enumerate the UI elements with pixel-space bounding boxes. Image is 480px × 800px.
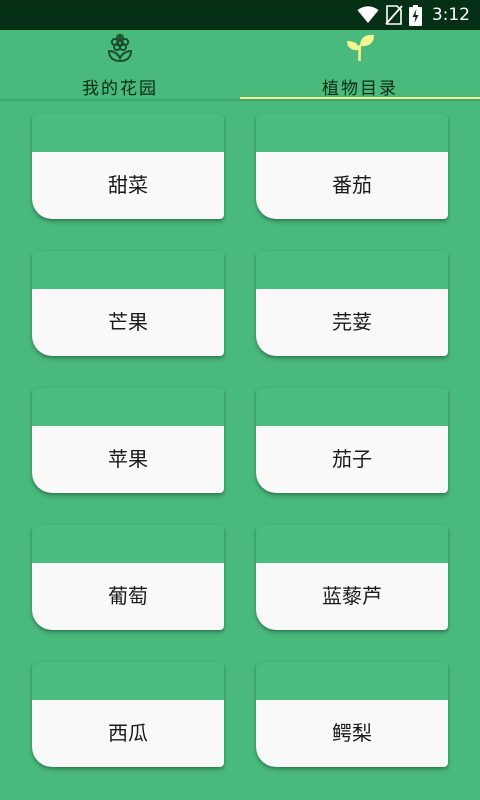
plant-name: 苹果 [108,447,148,471]
card-header [32,251,224,289]
plant-card[interactable]: 芒果 [32,251,224,356]
plant-name: 西瓜 [108,721,148,745]
plant-card[interactable]: 蓝藜芦 [256,525,448,630]
plant-name: 蓝藜芦 [322,584,382,608]
status-icons: 3:12 [357,0,470,30]
tab-label-plant-catalog: 植物目录 [322,79,398,99]
card-header [256,251,448,289]
battery-charging-icon [408,4,422,26]
card-header [256,388,448,426]
flower-outline-icon [105,33,135,63]
sprout-icon [345,33,375,63]
plant-name: 鳄梨 [332,721,372,745]
plant-grid: 甜菜 番茄 芒果 芫荽 苹果 茄子 葡萄 蓝藜芦 西瓜 鳄梨 [0,100,480,800]
card-header [32,525,224,563]
plant-card[interactable]: 苹果 [32,388,224,493]
plant-card[interactable]: 甜菜 [32,114,224,219]
card-header [32,114,224,152]
plant-name: 葡萄 [108,584,148,608]
status-bar: 3:12 [0,0,480,30]
card-header [256,525,448,563]
card-header [256,662,448,700]
plant-card[interactable]: 茄子 [256,388,448,493]
tab-plant-catalog[interactable]: 植物目录 [240,30,480,100]
plant-name: 芒果 [108,310,148,334]
wifi-icon [357,6,379,24]
plant-name: 番茄 [332,173,372,197]
card-header [32,662,224,700]
tab-bar: 我的花园 植物目录 [0,30,480,100]
status-time: 3:12 [431,5,470,25]
plant-card[interactable]: 鳄梨 [256,662,448,767]
tab-label-my-garden: 我的花园 [82,79,158,99]
plant-card[interactable]: 番茄 [256,114,448,219]
card-header [256,114,448,152]
plant-name: 甜菜 [108,173,148,197]
plant-card[interactable]: 葡萄 [32,525,224,630]
tab-my-garden[interactable]: 我的花园 [0,30,240,100]
plant-card[interactable]: 西瓜 [32,662,224,767]
plant-name: 芫荽 [332,310,372,334]
no-sim-icon [385,5,403,25]
plant-name: 茄子 [332,447,372,471]
plant-card[interactable]: 芫荽 [256,251,448,356]
card-header [32,388,224,426]
